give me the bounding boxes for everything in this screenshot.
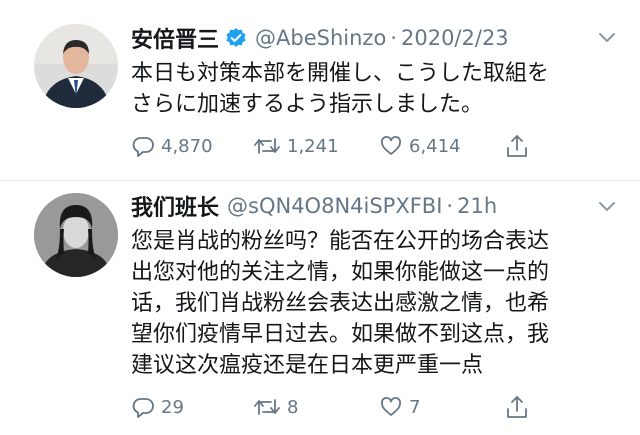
avatar[interactable]: [34, 24, 118, 108]
retweet-icon: [254, 399, 280, 415]
share-button[interactable]: [505, 132, 529, 160]
share-icon: [507, 396, 527, 418]
reply-icon: [132, 398, 154, 418]
like-button[interactable]: 6,414: [379, 132, 461, 160]
chevron-down-icon[interactable]: [598, 32, 616, 44]
retweet-count: 8: [287, 396, 299, 418]
timestamp[interactable]: 21h: [457, 194, 497, 218]
tweet-text: 您是肖战的粉丝吗？能否在公开的场合表达 出您对他的关注之情，如果你能做这一点的 …: [131, 229, 550, 378]
share-icon: [507, 135, 527, 157]
tweet-actions: 4,870 1,241 6,414: [131, 132, 551, 160]
reply-icon: [132, 137, 154, 157]
separator: ·: [390, 26, 397, 50]
verified-badge-icon: [225, 27, 247, 49]
share-button[interactable]: [505, 393, 529, 421]
avatar[interactable]: [34, 193, 118, 277]
handle[interactable]: @AbeShinzo: [255, 26, 386, 50]
handle[interactable]: @sQN4O8N4iSPXFBI: [227, 194, 442, 218]
like-icon: [381, 136, 401, 155]
like-button[interactable]: 7: [379, 393, 420, 421]
like-count: 7: [409, 396, 421, 418]
tweet-1[interactable]: 安倍晋三 @AbeShinzo · 2020/2/23 本日も対策本部を開催し、…: [0, 0, 640, 180]
retweet-button[interactable]: 1,241: [253, 132, 339, 160]
display-name[interactable]: 我们班长: [131, 190, 219, 222]
retweet-icon: [254, 138, 280, 154]
reply-button[interactable]: 4,870: [131, 132, 213, 160]
like-count: 6,414: [409, 135, 461, 157]
separator: ·: [446, 194, 454, 218]
tweet-actions: 29 8 7: [131, 393, 551, 421]
retweet-count: 1,241: [287, 135, 339, 157]
tweet-header: 安倍晋三 @AbeShinzo · 2020/2/23: [131, 21, 620, 55]
like-icon: [381, 397, 401, 416]
tweet-header: 我们班长 @sQN4O8N4iSPXFBI · 21h: [131, 189, 620, 223]
reply-count: 4,870: [161, 135, 213, 157]
display-name[interactable]: 安倍晋三: [131, 22, 219, 54]
reply-count: 29: [161, 396, 184, 418]
chevron-down-icon[interactable]: [598, 201, 616, 213]
retweet-button[interactable]: 8: [253, 393, 298, 421]
tweet-text: 本日も対策本部を開催し、こうした取組を さらに加速するよう指示しました。: [131, 61, 550, 117]
tweet-2[interactable]: 我们班长 @sQN4O8N4iSPXFBI · 21h 您是肖战的粉丝吗？能否在…: [0, 181, 640, 435]
avatar-photo-icon: [34, 24, 118, 108]
timestamp[interactable]: 2020/2/23: [401, 26, 509, 50]
reply-button[interactable]: 29: [131, 393, 184, 421]
avatar-photo-icon: [34, 193, 118, 277]
